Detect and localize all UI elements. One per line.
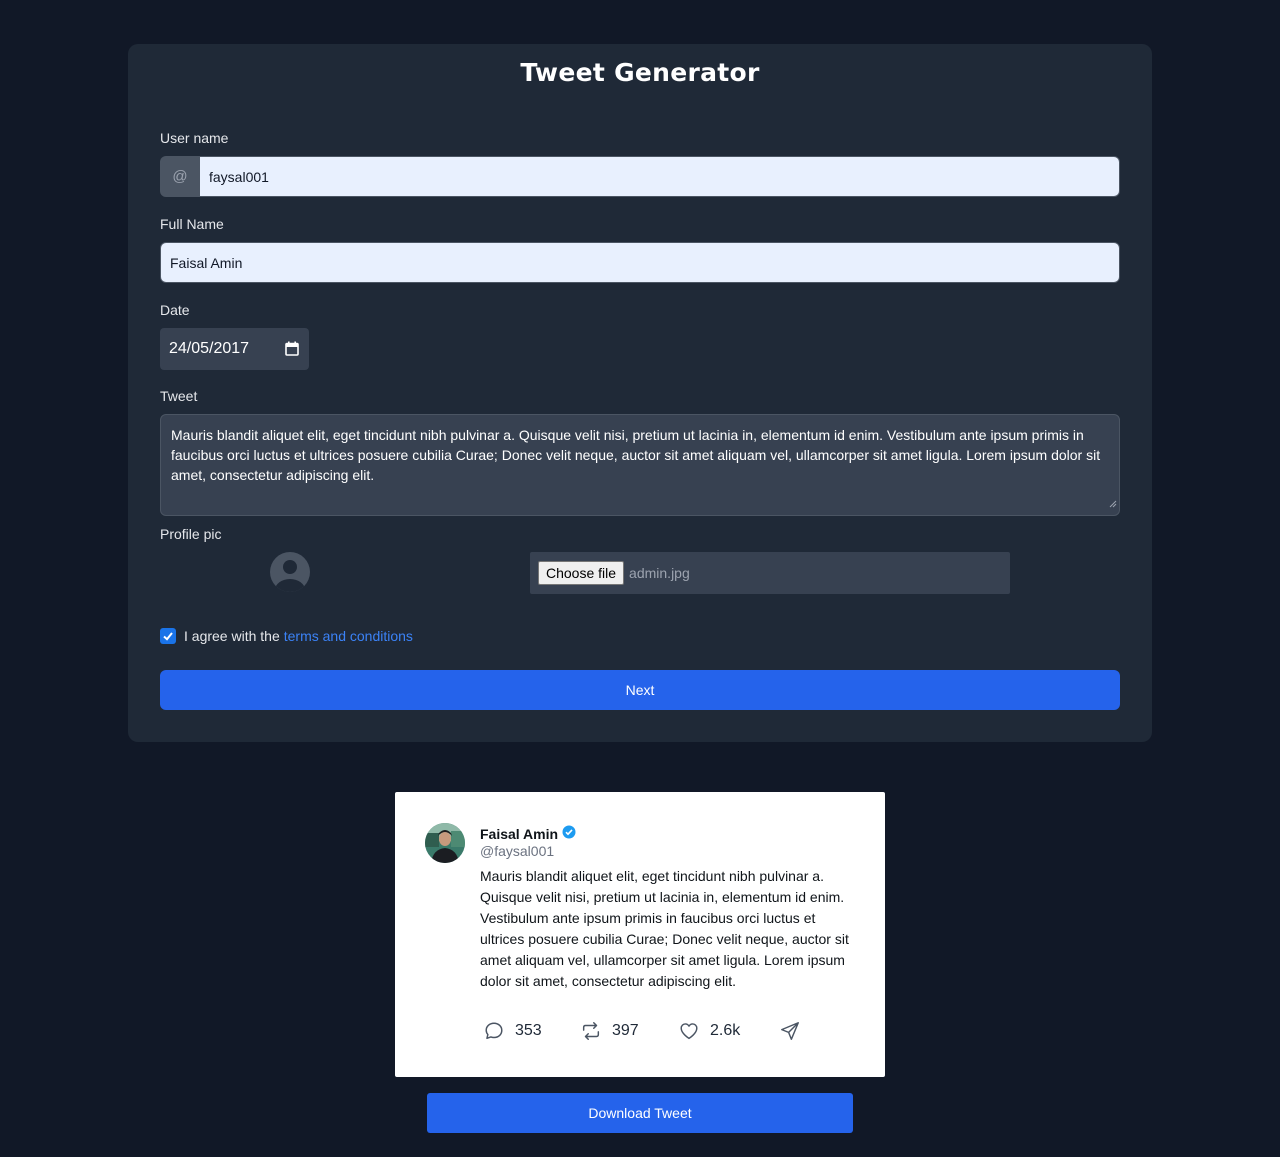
tweet-text: Mauris blandit aliquet elit, eget tincid… [480, 868, 849, 989]
date-value: 24/05/2017 [169, 340, 250, 357]
username-input[interactable]: faysal001 [200, 156, 1120, 197]
agree-checkbox[interactable] [160, 628, 176, 644]
reply-action[interactable]: 353 [483, 1020, 580, 1042]
agree-row: I agree with the terms and conditions [160, 628, 413, 644]
tweet-actions: 353 397 2.6k [483, 1020, 801, 1042]
terms-link[interactable]: terms and conditions [284, 628, 413, 644]
tweet-author: Faisal Amin [480, 825, 576, 842]
calendar-icon[interactable] [285, 341, 299, 361]
reply-count: 353 [515, 1022, 542, 1039]
resize-grip-icon[interactable] [1109, 493, 1117, 513]
agree-text: I agree with the [184, 628, 280, 644]
page-title: Tweet Generator [520, 58, 760, 87]
comment-icon [485, 1022, 503, 1040]
share-action[interactable] [779, 1020, 801, 1042]
retweet-action[interactable]: 397 [580, 1020, 678, 1042]
fullname-label: Full Name [160, 216, 224, 232]
next-button[interactable]: Next [160, 670, 1120, 710]
choose-file-button[interactable]: Choose file [538, 561, 625, 585]
tweet-generator-form: Tweet Generator User name @ faysal001 Fu… [128, 44, 1152, 742]
avatar [425, 823, 465, 863]
file-input[interactable]: Choose file admin.jpg [530, 552, 1010, 594]
tweet-textarea[interactable]: Mauris blandit aliquet elit, eget tincid… [160, 414, 1120, 516]
like-count: 2.6k [710, 1022, 741, 1039]
username-value: faysal001 [209, 168, 269, 185]
tweet-preview-card: Faisal Amin @faysal001 Mauris blandit al… [395, 792, 885, 1077]
username-label: User name [160, 130, 229, 146]
heart-icon [680, 1023, 698, 1040]
date-label: Date [160, 302, 190, 318]
tweet-author-name: Faisal Amin [480, 825, 559, 842]
fullname-value: Faisal Amin [170, 254, 243, 271]
tweet-handle: @faysal001 [480, 843, 555, 859]
verified-badge-icon [562, 825, 576, 842]
tweet-label: Tweet [160, 388, 198, 404]
retweet-count: 397 [612, 1022, 639, 1039]
profile-pic-label: Profile pic [160, 526, 222, 542]
check-icon [163, 632, 173, 641]
file-name: admin.jpg [629, 565, 690, 581]
like-action[interactable]: 2.6k [678, 1020, 779, 1042]
fullname-input[interactable]: Faisal Amin [160, 242, 1120, 283]
date-input[interactable]: 24/05/2017 [160, 328, 309, 370]
retweet-icon [582, 1022, 600, 1040]
tweet-textarea-value: Mauris blandit aliquet elit, eget tincid… [171, 427, 1101, 483]
download-tweet-button[interactable]: Download Tweet [427, 1093, 853, 1133]
user-placeholder-icon [270, 552, 310, 592]
at-prefix: @ [160, 156, 200, 197]
send-icon [781, 1022, 799, 1040]
